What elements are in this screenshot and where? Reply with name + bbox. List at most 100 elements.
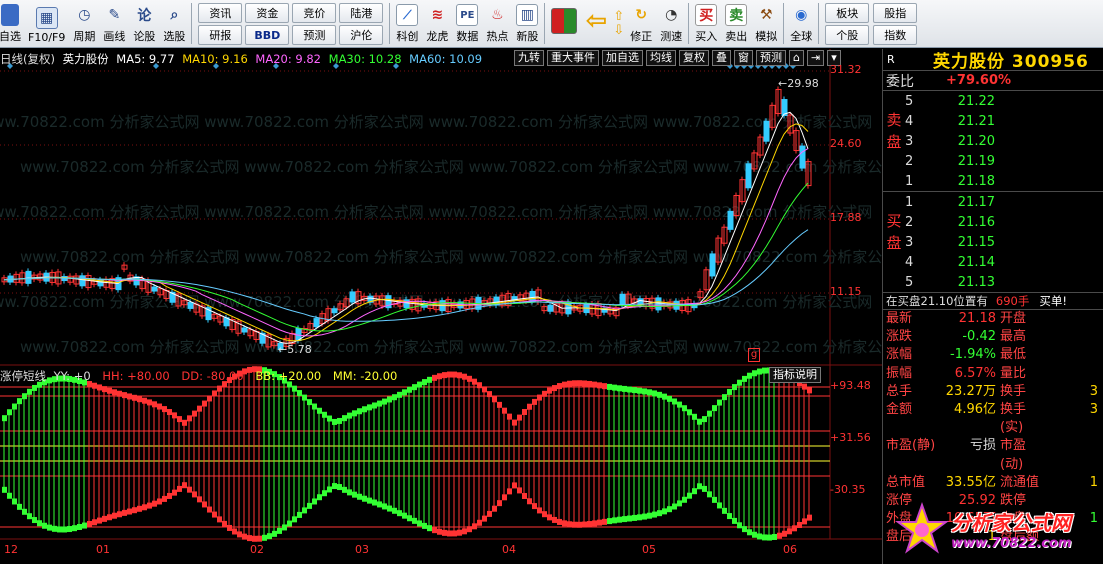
- sh-london-button[interactable]: 沪伦: [339, 25, 384, 45]
- price-tick: 11.15: [830, 285, 862, 298]
- indicator-wave-bottom: [322, 490, 327, 497]
- indicator-wave-top: [567, 380, 572, 387]
- news-button[interactable]: 资讯: [198, 3, 243, 23]
- fund-flow-button[interactable]: 资金: [245, 3, 290, 23]
- overlay-button[interactable]: 叠: [712, 50, 731, 66]
- adjust-button[interactable]: 复权: [679, 50, 709, 66]
- speed-test-button[interactable]: ◔ 测速: [656, 0, 686, 47]
- watermark-text: www.70822.com 分析家公式网 www.70822.com 分析家公式…: [20, 158, 882, 176]
- indicator-wave-top: [752, 370, 757, 377]
- data-button[interactable]: PE 数据: [452, 0, 482, 47]
- stock-button[interactable]: 个股: [825, 25, 870, 45]
- index-button[interactable]: 指数: [873, 25, 918, 45]
- indicator-wave-top: [677, 401, 682, 408]
- nine-turn-button[interactable]: 九转: [514, 50, 544, 66]
- lock-icon[interactable]: ⌂: [789, 50, 804, 66]
- auction-button[interactable]: 竞价: [292, 3, 337, 23]
- price-tick: 24.60: [830, 137, 862, 150]
- sector-button[interactable]: 板块: [825, 3, 870, 23]
- indicator-wave-bottom: [237, 531, 242, 538]
- indicator-wave-bottom: [757, 533, 762, 540]
- indicator-wave-bottom: [712, 496, 717, 503]
- forecast-button[interactable]: 预测: [292, 25, 337, 45]
- indicator-wave-top: [197, 405, 202, 412]
- market-grid: 板块 股指 个股 指数: [821, 0, 921, 47]
- indicator-wave-top: [342, 415, 347, 422]
- add-watchlist-button[interactable]: 加自选: [602, 50, 643, 66]
- research-button[interactable]: 研报: [198, 25, 243, 45]
- global-button[interactable]: ◉ 全球: [786, 0, 816, 47]
- stock-picker-button[interactable]: ⌕ 选股: [159, 0, 189, 47]
- indicator-wave-bottom: [52, 525, 57, 532]
- indicator-wave-top: [647, 389, 652, 396]
- indicator-wave-top: [737, 379, 742, 386]
- indicator-wave-bottom: [492, 505, 497, 512]
- major-events-button[interactable]: 重大事件: [547, 50, 599, 66]
- discuss-button[interactable]: 论 论股: [129, 0, 159, 47]
- candle-body: [151, 286, 158, 292]
- indicator-wave-top: [577, 380, 582, 387]
- buy-button[interactable]: 买 买入: [691, 0, 721, 47]
- hk-connect-button[interactable]: 陆港: [339, 3, 384, 23]
- indicator-wave-top: [312, 403, 317, 410]
- buy-icon: 买: [695, 4, 718, 26]
- indicator-wave-bottom: [572, 521, 577, 528]
- index-futures-button[interactable]: 股指: [873, 3, 918, 23]
- indicator-wave-bottom: [657, 510, 662, 517]
- chat-icon: 论: [137, 8, 152, 24]
- indicator-wave-bottom: [782, 530, 787, 537]
- f10-button[interactable]: ▦ F10/F9: [24, 0, 69, 47]
- indicator-wave-top: [412, 384, 417, 391]
- indicator-wave-top: [32, 384, 37, 391]
- bbd-button[interactable]: BBD: [245, 25, 290, 45]
- g-marker[interactable]: g: [748, 348, 760, 362]
- kline-chart[interactable]: www.70822.com 分析家公式网 www.70822.com 分析家公式…: [0, 49, 882, 564]
- new-stock-button[interactable]: ▥ 新股: [512, 0, 542, 47]
- indicator-wave-bottom: [682, 496, 687, 503]
- indicator-wave-top: [717, 399, 722, 406]
- indicator-wave-bottom: [217, 516, 222, 523]
- back-button[interactable]: ⇦: [581, 0, 611, 47]
- candle-body: [547, 304, 554, 312]
- indicator-wave-top: [612, 384, 617, 391]
- expand-icon[interactable]: ⇥: [806, 50, 825, 66]
- indicator-wave-top: [377, 400, 382, 407]
- sell-button[interactable]: 卖 卖出: [721, 0, 751, 47]
- low-price-label: ←5.78: [278, 343, 312, 356]
- window-button[interactable]: 窗: [734, 50, 753, 66]
- ma-button[interactable]: 均线: [646, 50, 676, 66]
- indicator-wave-bottom: [122, 509, 127, 516]
- arrow-left-icon: ⇦: [585, 6, 608, 36]
- indicator-wave-bottom: [477, 519, 482, 526]
- indicator-help-button[interactable]: 指标说明: [769, 367, 821, 383]
- indicator-wave-top: [432, 374, 437, 381]
- indicator-wave-top: [607, 383, 612, 390]
- indicator-wave-bottom: [587, 521, 592, 528]
- star-market-button[interactable]: ⟋ 科创: [392, 0, 422, 47]
- indicator-wave-top: [302, 394, 307, 401]
- indicator-wave-bottom: [792, 525, 797, 532]
- draw-line-button[interactable]: ✎ 画线: [99, 0, 129, 47]
- chart-forecast-button[interactable]: 预测: [756, 50, 786, 66]
- indicator-wave-top: [17, 398, 22, 405]
- indicator-wave-bottom: [267, 533, 272, 540]
- watchlist-button[interactable]: 自选: [0, 0, 24, 47]
- layout-button[interactable]: [547, 0, 581, 47]
- indicator-wave-bottom: [157, 498, 162, 505]
- updown-button[interactable]: ⇧ ⇩: [611, 0, 626, 47]
- indicator-wave-top: [502, 407, 507, 414]
- period-button[interactable]: ◷ 周期: [69, 0, 99, 47]
- indicator-wave-bottom: [602, 518, 607, 525]
- big-order-alert[interactable]: 在买盘21.10位置有 690手 买单!: [883, 293, 1103, 310]
- indicator-wave-top: [802, 383, 807, 390]
- separator: [688, 3, 690, 44]
- chart-area[interactable]: www.70822.com 分析家公式网 www.70822.com 分析家公式…: [0, 49, 882, 564]
- stock-name-code: 英力股份 300956: [933, 52, 1089, 72]
- dragon-tiger-button[interactable]: ≋ 龙虎: [422, 0, 452, 47]
- indicator-wave-bottom: [242, 533, 247, 540]
- indicator-wave-bottom: [357, 493, 362, 500]
- revise-button[interactable]: ↻ 修正: [626, 0, 656, 47]
- hot-topics-button[interactable]: ♨ 热点: [482, 0, 512, 47]
- separator: [783, 3, 785, 44]
- simulate-button[interactable]: ⚒ 模拟: [751, 0, 781, 47]
